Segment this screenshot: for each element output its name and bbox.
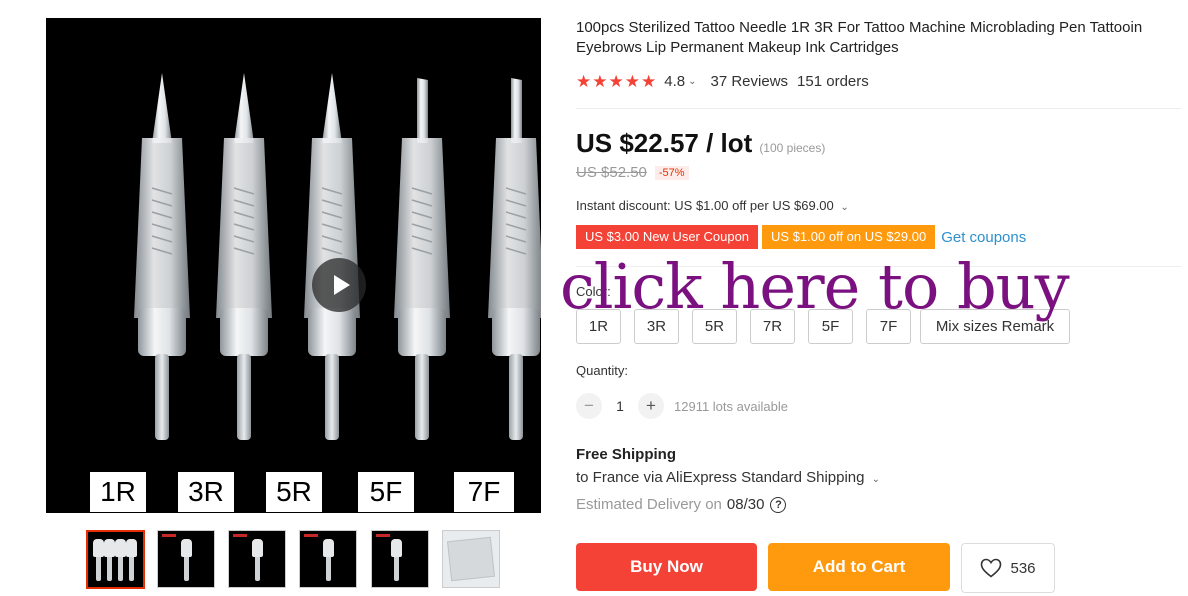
needle-mini bbox=[126, 539, 137, 581]
gallery-thumbnail[interactable] bbox=[299, 530, 357, 588]
chevron-down-icon: ⌄ bbox=[871, 474, 881, 485]
product-title: 100pcs Sterilized Tattoo Needle 1R 3R Fo… bbox=[576, 19, 1143, 56]
quantity-stepper: − 1 + 12911 lots available bbox=[576, 393, 788, 419]
rating-value[interactable]: 4.8 bbox=[664, 73, 685, 90]
shipping-title: Free Shipping bbox=[576, 446, 677, 463]
needle-cartridge bbox=[216, 73, 272, 440]
estimated-delivery-label: Estimated Delivery on bbox=[576, 496, 722, 513]
shipping-destination-text: to France via AliExpress Standard Shippi… bbox=[576, 469, 865, 486]
discount-badge: -57% bbox=[654, 165, 689, 180]
get-coupons-link[interactable]: Get coupons bbox=[941, 229, 1026, 246]
size-label: 5R bbox=[266, 472, 322, 512]
quantity-label: Quantity: bbox=[576, 363, 629, 378]
needle-cartridge bbox=[134, 73, 190, 440]
buy-now-button[interactable]: Buy Now bbox=[576, 543, 757, 591]
brand-mark bbox=[304, 534, 318, 537]
play-video-button[interactable] bbox=[312, 258, 366, 312]
needle-mini bbox=[104, 539, 115, 581]
quantity-increase-button[interactable]: + bbox=[638, 393, 664, 419]
needle-mini bbox=[391, 539, 402, 581]
size-label: 3R bbox=[178, 472, 234, 512]
estimated-delivery-date: 08/30 bbox=[726, 496, 765, 513]
click-here-to-buy-overlay[interactable]: click here to buy bbox=[560, 250, 1070, 324]
star-icon: ★ bbox=[576, 71, 592, 91]
star-icon: ★ bbox=[624, 71, 640, 91]
new-user-coupon[interactable]: US $3.00 New User Coupon bbox=[576, 225, 759, 249]
star-icon: ★ bbox=[641, 71, 657, 91]
price: US $22.57 / lot bbox=[576, 128, 753, 158]
original-price-row: US $52.50 -57% bbox=[576, 164, 689, 181]
price-block: US $22.57 / lot (100 pieces) bbox=[576, 128, 825, 159]
size-label: 1R bbox=[90, 472, 146, 512]
needle-mini bbox=[323, 539, 334, 581]
rating-stars: ★ ★ ★ ★ ★ bbox=[576, 73, 656, 90]
help-icon[interactable]: ? bbox=[770, 496, 787, 513]
gallery-thumbnail[interactable] bbox=[86, 530, 145, 589]
lots-available: 12911 lots available bbox=[674, 398, 788, 414]
quantity-value[interactable]: 1 bbox=[602, 398, 638, 414]
gallery-thumbnail[interactable] bbox=[157, 530, 215, 588]
chevron-down-icon: ⌄ bbox=[840, 202, 849, 213]
divider bbox=[576, 108, 1181, 109]
package-image bbox=[447, 536, 495, 582]
needle-mini bbox=[252, 539, 263, 581]
gallery-thumbnail[interactable] bbox=[442, 530, 500, 588]
price-unit-note: (100 pieces) bbox=[759, 141, 826, 155]
product-main-image[interactable]: 1R 3R 5R 5F 7F bbox=[46, 18, 541, 513]
wishlist-count: 536 bbox=[1010, 559, 1036, 577]
add-to-cart-button[interactable]: Add to Cart bbox=[768, 543, 950, 591]
orders-count: 151 orders bbox=[797, 72, 869, 90]
needle-mini bbox=[181, 539, 192, 581]
estimated-delivery: Estimated Delivery on 08/30 ? bbox=[576, 496, 787, 513]
instant-discount-text: Instant discount: US $1.00 off per US $6… bbox=[576, 198, 834, 213]
coupons-row: US $3.00 New User Coupon US $1.00 off on… bbox=[576, 225, 1026, 249]
brand-mark bbox=[233, 534, 247, 537]
needle-cartridge bbox=[394, 78, 450, 440]
reviews-link[interactable]: 37 Reviews bbox=[711, 73, 789, 90]
star-icon: ★ bbox=[592, 71, 608, 91]
star-icon: ★ bbox=[608, 71, 624, 91]
original-price: US $52.50 bbox=[576, 164, 647, 181]
shipping-destination[interactable]: to France via AliExpress Standard Shippi… bbox=[576, 469, 880, 486]
needle-cartridge bbox=[488, 78, 541, 440]
gallery-thumbnail[interactable] bbox=[228, 530, 286, 588]
size-label: 5F bbox=[358, 472, 414, 512]
size-label: 7F bbox=[454, 472, 514, 512]
needle-cartridge bbox=[304, 73, 360, 440]
brand-mark bbox=[162, 534, 176, 537]
rating-row: ★ ★ ★ ★ ★ 4.8 ⌄ 37 Reviews 151 orders bbox=[576, 71, 869, 91]
instant-discount[interactable]: Instant discount: US $1.00 off per US $6… bbox=[576, 198, 849, 213]
quantity-decrease-button[interactable]: − bbox=[576, 393, 602, 419]
needle-cartridges-illustration bbox=[134, 73, 541, 440]
gallery-thumbnail[interactable] bbox=[371, 530, 429, 588]
heart-icon bbox=[981, 558, 1002, 578]
store-coupon[interactable]: US $1.00 off on US $29.00 bbox=[762, 225, 936, 249]
brand-mark bbox=[376, 534, 390, 537]
needle-mini bbox=[115, 539, 126, 581]
needle-mini bbox=[93, 539, 104, 581]
chevron-down-icon[interactable]: ⌄ bbox=[688, 76, 696, 87]
wishlist-button[interactable]: 536 bbox=[961, 543, 1055, 593]
